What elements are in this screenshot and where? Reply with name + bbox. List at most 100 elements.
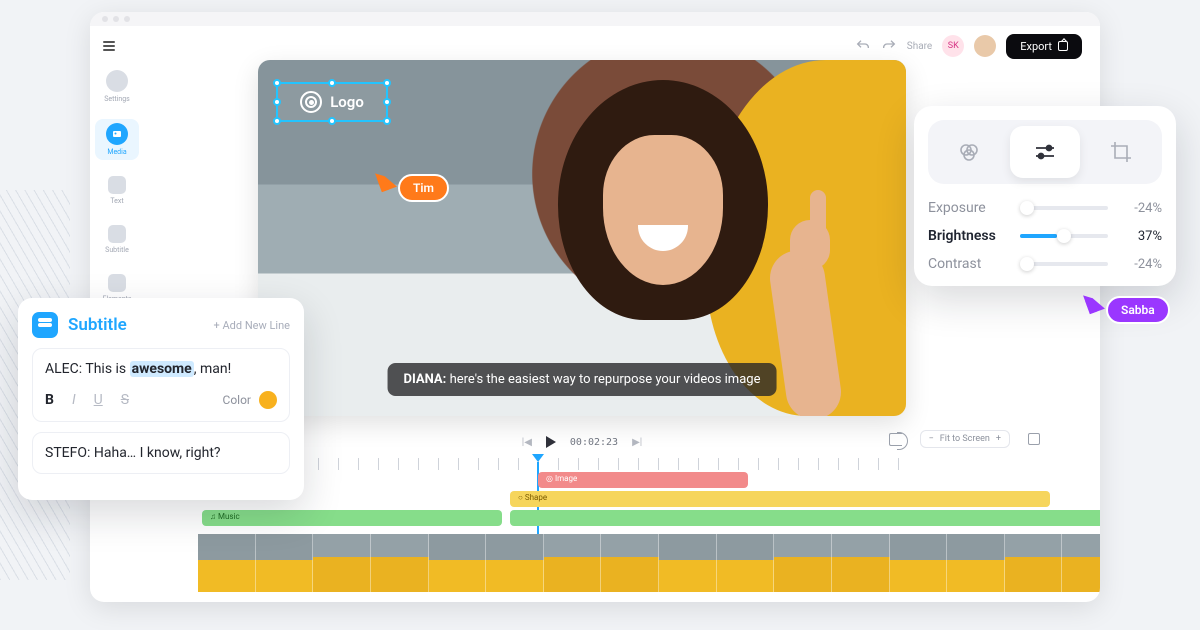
track-clip-music[interactable]: ♫ Music [202,510,502,526]
video-thumbnail[interactable] [890,534,948,592]
sidebar-item-label: Text [110,197,123,205]
export-button[interactable]: Export [1006,34,1082,59]
video-thumbnail[interactable] [1005,534,1063,592]
subtitle-panel-title: Subtitle [68,315,127,335]
underline-button[interactable]: U [94,392,103,408]
slider-label: Contrast [928,256,1010,272]
italic-button[interactable]: I [72,392,76,408]
traffic-light-dot[interactable] [124,16,130,22]
caption-speaker: DIANA: [404,372,447,387]
prev-frame-icon[interactable]: |◀ [522,437,532,448]
video-thumbnail[interactable] [1062,534,1100,592]
export-label: Export [1020,40,1052,53]
track-clip-music[interactable] [510,510,1100,526]
video-thumbnail[interactable] [429,534,487,592]
highlighted-word[interactable]: awesome [130,361,194,377]
cursor-icon [375,168,397,192]
resize-handle[interactable] [273,117,281,125]
video-thumbnail[interactable] [947,534,1005,592]
logo-text: Logo [330,93,364,111]
elements-icon [108,274,126,292]
bold-button[interactable]: B [45,392,54,408]
video-thumbnail[interactable] [256,534,314,592]
subtitle-line-card[interactable]: ALEC: This is awesome, man! B I U S Colo… [32,348,290,422]
fullscreen-icon[interactable] [1028,433,1040,445]
text-color-control[interactable]: Color [223,391,277,409]
color-swatch[interactable] [259,391,277,409]
live-cursor-tim: Tim [378,158,449,202]
sidebar-item-settings[interactable]: Settings [95,66,139,107]
sidebar-item-subtitle[interactable]: Subtitle [95,221,139,258]
volume-icon[interactable] [889,433,902,446]
slider-label: Brightness [928,228,1010,244]
contrast-slider[interactable]: Contrast -24% [928,256,1162,272]
exposure-slider[interactable]: Exposure -24% [928,200,1162,216]
zoom-out-icon[interactable]: − [929,434,934,444]
next-frame-icon[interactable]: ▶| [632,437,642,448]
filters-tab[interactable] [934,126,1004,178]
video-subject [558,80,768,340]
cursor-name: Sabba [1106,296,1170,324]
redo-icon[interactable] [881,38,897,54]
slider-track[interactable] [1020,234,1108,238]
timecode: 00:02:23 [570,437,618,448]
resize-handle[interactable] [273,98,281,106]
venn-icon [957,140,981,164]
undo-icon[interactable] [855,38,871,54]
slider-track[interactable] [1020,262,1108,266]
traffic-light-dot[interactable] [102,16,108,22]
share-label[interactable]: Share [907,41,932,52]
video-thumbnail-strip[interactable]: + [198,534,1100,592]
cursor-name: Tim [398,174,449,202]
track-clip-image[interactable]: ◎ Image [538,472,748,488]
video-thumbnail[interactable] [313,534,371,592]
resize-handle[interactable] [383,79,391,87]
subtitle-line-text[interactable]: STEFO: Haha… I know, right? [45,445,277,461]
sidebar-item-media[interactable]: Media [95,119,139,160]
timeline-ruler[interactable] [258,458,906,470]
live-cursor-sabba: Sabba [1086,280,1170,324]
resize-handle[interactable] [383,98,391,106]
video-thumbnail[interactable] [486,534,544,592]
adjust-panel: Exposure -24% Brightness 37% Contrast -2… [914,106,1176,286]
collab-avatar-photo[interactable] [974,35,996,57]
timeline-playhead[interactable] [532,454,544,462]
slider-track[interactable] [1020,206,1108,210]
playback-controls: |◀ 00:02:23 ▶| [258,430,906,454]
video-canvas[interactable]: Logo DIANA: here's the easiest way to re… [258,60,906,416]
logo-selection-frame[interactable]: Logo [276,82,388,122]
video-thumbnail[interactable] [774,534,832,592]
video-thumbnail[interactable] [198,534,256,592]
adjust-segmented-control [928,120,1162,184]
strikethrough-button[interactable]: S [121,392,129,408]
hamburger-menu-icon[interactable] [98,35,120,57]
video-thumbnail[interactable] [544,534,602,592]
crop-tab[interactable] [1086,126,1156,178]
track-clip-shape[interactable]: ○ Shape [510,491,1050,507]
zoom-in-icon[interactable]: + [996,434,1001,444]
collab-avatar-initials[interactable]: SK [942,35,964,57]
text-icon [108,176,126,194]
brightness-slider[interactable]: Brightness 37% [928,228,1162,244]
fit-to-screen-control[interactable]: − Fit to Screen + [920,430,1010,448]
resize-handle[interactable] [273,79,281,87]
traffic-light-dot[interactable] [113,16,119,22]
adjust-tab[interactable] [1010,126,1080,178]
video-thumbnail[interactable] [832,534,890,592]
gear-icon [106,70,128,92]
play-button-icon[interactable] [546,436,556,448]
adjust-sliders: Exposure -24% Brightness 37% Contrast -2… [928,200,1162,272]
video-thumbnail[interactable] [717,534,775,592]
sidebar-item-text[interactable]: Text [95,172,139,209]
resize-handle[interactable] [328,79,336,87]
resize-handle[interactable] [383,117,391,125]
add-new-line-button[interactable]: + Add New Line [214,319,290,332]
logo-mark-icon [300,91,322,113]
subtitle-panel: Subtitle + Add New Line ALEC: This is aw… [18,298,304,500]
subtitle-line-card[interactable]: STEFO: Haha… I know, right? [32,432,290,474]
resize-handle[interactable] [328,117,336,125]
video-thumbnail[interactable] [659,534,717,592]
video-thumbnail[interactable] [371,534,429,592]
video-thumbnail[interactable] [601,534,659,592]
subtitle-line-text[interactable]: ALEC: This is awesome, man! [45,361,277,377]
